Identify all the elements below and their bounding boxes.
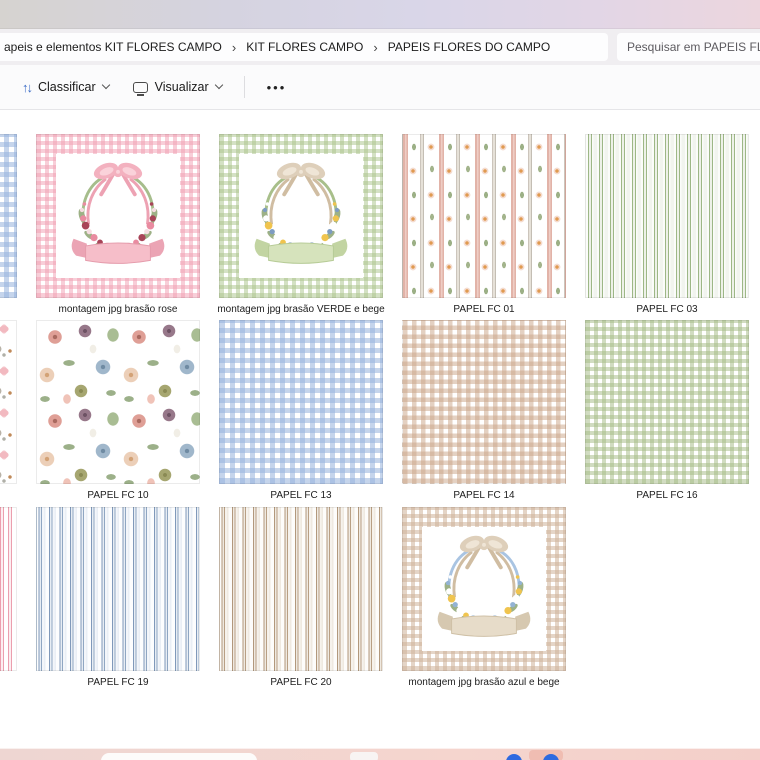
sort-button[interactable]: ↑↓ Classificar [14,74,117,100]
thumbnail-papel-fc-19 [36,507,200,671]
file-item[interactable]: PAPEL FC 03 [585,134,749,298]
thumbnail-partial-blue-gingham [0,134,17,298]
file-item[interactable]: PAPEL FC 10 [36,320,200,484]
file-item[interactable]: PAPEL FC 14 [402,320,566,484]
file-label: PAPEL FC 03 [636,304,697,315]
taskbar-app-icon[interactable] [506,754,522,760]
search-placeholder-text: Pesquisar em PAPEIS FLOR [627,40,760,54]
taskbar-search-pill[interactable] [101,753,257,760]
file-label: montagem jpg brasão VERDE e bege [217,304,384,315]
sort-button-label: Classificar [38,80,96,94]
file-item[interactable]: montagem jpg brasão VERDE e bege [219,134,383,298]
crest-panel [239,154,363,278]
wreath-crest-graphic [424,529,544,649]
thumbnail-papel-fc-10 [36,320,200,484]
wreath-crest-graphic [241,156,361,276]
file-item[interactable]: PAPEL FC 16 [585,320,749,484]
chevron-down-icon [214,81,222,89]
file-label: PAPEL FC 20 [270,677,331,688]
file-item[interactable]: PAPEL FC 20 [219,507,383,671]
file-label: PAPEL FC 01 [453,304,514,315]
thumbnail-montagem-azul-bege [402,507,566,671]
file-item[interactable]: PAPEL FC 13 [219,320,383,484]
breadcrumb-item-current[interactable]: PAPEIS FLORES DO CAMPO [386,36,552,58]
thumbnail-partial-pink-floral [0,320,17,484]
file-item[interactable]: PAPEL FC 01 [402,134,566,298]
breadcrumb-item-root[interactable]: apeis e elementos KIT FLORES CAMPO [2,36,224,58]
thumbnail-papel-fc-16 [585,320,749,484]
thumbnail-montagem-rose [36,134,200,298]
thumbnail-papel-fc-13 [219,320,383,484]
file-label: montagem jpg brasão azul e bege [408,677,559,688]
file-label: PAPEL FC 14 [453,490,514,501]
crest-panel [56,154,180,278]
view-button[interactable]: Visualizar [125,74,230,100]
view-button-label: Visualizar [155,80,209,94]
file-label: PAPEL FC 16 [636,490,697,501]
address-breadcrumb[interactable]: apeis e elementos KIT FLORES CAMPO › KIT… [0,33,608,61]
thumbnail-papel-fc-14 [402,320,566,484]
file-label: PAPEL FC 19 [87,677,148,688]
search-box[interactable]: Pesquisar em PAPEIS FLOR [617,33,760,61]
thumbnail-papel-fc-20 [219,507,383,671]
taskbar-icon[interactable] [350,752,378,760]
file-item-partial[interactable] [0,507,17,671]
file-item-partial[interactable] [0,134,17,298]
wreath-crest-graphic [58,156,178,276]
crest-panel [422,527,546,651]
file-item[interactable]: montagem jpg brasão rose [36,134,200,298]
thumbnail-partial-pink-stripes [0,507,17,671]
file-item[interactable]: montagem jpg brasão azul e bege [402,507,566,671]
file-item[interactable]: PAPEL FC 19 [36,507,200,671]
thumbnail-papel-fc-03 [585,134,749,298]
thumbnail-montagem-verde-bege [219,134,383,298]
view-icon [133,82,148,93]
explorer-toolbar: ↑↓ Classificar Visualizar ••• [0,65,760,110]
file-item-partial[interactable] [0,320,17,484]
window-titlebar [0,0,760,29]
file-label: PAPEL FC 13 [270,490,331,501]
file-label: montagem jpg brasão rose [59,304,178,315]
chevron-down-icon [101,81,109,89]
breadcrumb-separator-icon: › [224,40,244,55]
more-options-button[interactable]: ••• [259,74,295,101]
thumbnail-papel-fc-01 [402,134,566,298]
breadcrumb-separator-icon: › [365,40,385,55]
breadcrumb-item-kit[interactable]: KIT FLORES CAMPO [244,36,365,58]
taskbar [0,748,760,760]
toolbar-divider [244,76,245,98]
address-bar-row: apeis e elementos KIT FLORES CAMPO › KIT… [0,29,760,65]
file-grid: montagem jpg brasão rose montagem jpg br… [0,110,760,748]
file-label: PAPEL FC 10 [87,490,148,501]
sort-arrows-icon: ↑↓ [22,81,31,94]
